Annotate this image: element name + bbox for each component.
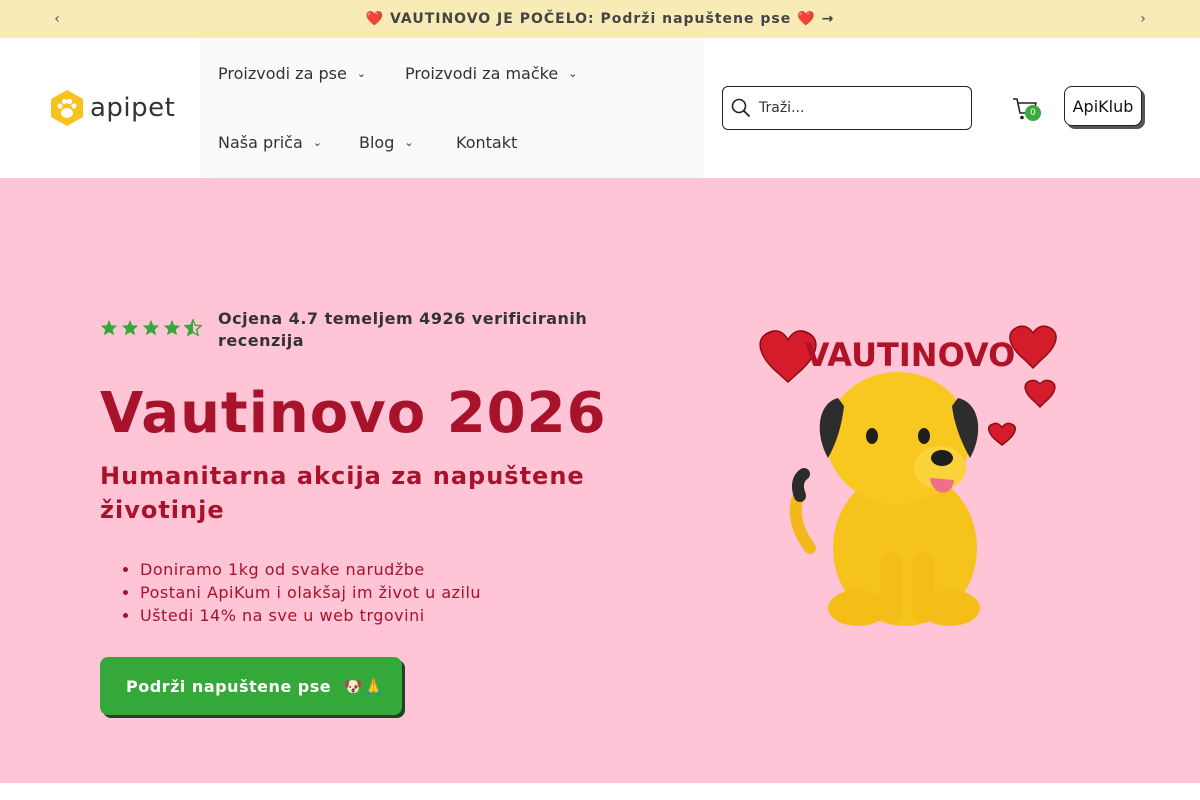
logo-text: apipet bbox=[90, 93, 176, 123]
prev-announcement-icon[interactable]: ‹ bbox=[48, 10, 66, 28]
nav-item-label: Kontakt bbox=[456, 133, 518, 152]
search-icon bbox=[731, 98, 751, 118]
heart-icon bbox=[1009, 325, 1057, 370]
cart-button[interactable]: 0 bbox=[1012, 96, 1042, 124]
search-placeholder: Traži... bbox=[759, 100, 805, 116]
apiklub-button[interactable]: ApiKlub bbox=[1064, 86, 1142, 126]
star-icon bbox=[163, 319, 181, 336]
rating-text: Ocjena 4.7 temeljem 4926 verificiranih r… bbox=[218, 309, 588, 350]
hero-title: Vautinovo 2026 bbox=[100, 381, 607, 446]
heart-icon: ❤️ bbox=[365, 11, 385, 27]
site-header: apipet Proizvodi za pse ⌄ Proizvodi za m… bbox=[0, 38, 1200, 178]
vautinovo-dog-illustration: VAUTINOVO bbox=[759, 325, 1057, 626]
nav-item-label: Proizvodi za pse bbox=[218, 64, 347, 83]
nav-item-blog[interactable]: Blog ⌄ bbox=[359, 133, 414, 152]
main-nav: Proizvodi za pse ⌄ Proizvodi za mačke ⌄ … bbox=[200, 38, 704, 178]
heart-icon bbox=[1024, 379, 1056, 409]
rating-stars bbox=[100, 319, 202, 336]
nav-item-dog-products[interactable]: Proizvodi za pse ⌄ bbox=[218, 64, 366, 83]
cta-label: Podrži napuštene pse bbox=[126, 676, 332, 696]
logo[interactable]: apipet bbox=[50, 89, 175, 127]
nav-item-our-story[interactable]: Naša priča ⌄ bbox=[218, 133, 322, 152]
heart-icon: ❤️ bbox=[797, 11, 816, 27]
search-input[interactable]: Traži... bbox=[722, 86, 972, 130]
benefits-list: Doniramo 1kg od svake narudžbe Postani A… bbox=[140, 558, 481, 627]
cart-count-badge: 0 bbox=[1025, 105, 1041, 121]
chevron-down-icon: ⌄ bbox=[568, 67, 578, 80]
heart-icon bbox=[988, 422, 1016, 446]
dog-pray-emoji-icon: 🐶🙏 bbox=[343, 676, 384, 696]
chevron-down-icon: ⌄ bbox=[312, 136, 322, 149]
nav-item-label: Blog bbox=[359, 133, 395, 152]
hero-subtitle: Humanitarna akcija za napuštene životinj… bbox=[100, 462, 585, 524]
announcement-link[interactable]: ❤️ VAUTINOVO JE POČELO: Podrži napuštene… bbox=[366, 11, 835, 27]
section-divider bbox=[0, 783, 1200, 800]
support-dogs-button[interactable]: Podrži napuštene pse 🐶🙏 bbox=[100, 657, 402, 715]
announcement-text: VAUTINOVO JE POČELO: Podrži napuštene ps… bbox=[390, 11, 792, 27]
list-item: Doniramo 1kg od svake narudžbe bbox=[140, 558, 481, 581]
rating-summary: Ocjena 4.7 temeljem 4926 verificiranih r… bbox=[100, 308, 598, 352]
illustration-title: VAUTINOVO bbox=[805, 336, 1016, 374]
puppy-icon bbox=[789, 372, 980, 626]
paw-hexagon-icon bbox=[51, 90, 83, 126]
star-half-icon bbox=[184, 319, 202, 336]
next-announcement-icon[interactable]: › bbox=[1134, 10, 1152, 28]
nav-item-label: Naša priča bbox=[218, 133, 303, 152]
list-item: Postani ApiKum i olakšaj im život u azil… bbox=[140, 581, 481, 604]
list-item: Uštedi 14% na sve u web trgovini bbox=[140, 604, 481, 627]
star-icon bbox=[121, 319, 139, 336]
chevron-down-icon: ⌄ bbox=[356, 67, 367, 80]
chevron-down-icon: ⌄ bbox=[404, 136, 414, 149]
hero-banner: Ocjena 4.7 temeljem 4926 verificiranih r… bbox=[0, 178, 1200, 783]
nav-item-label: Proizvodi za mačke bbox=[405, 64, 559, 83]
star-icon bbox=[142, 319, 160, 336]
star-icon bbox=[100, 319, 118, 336]
arrow-right-icon: → bbox=[821, 11, 835, 27]
nav-item-contact[interactable]: Kontakt bbox=[456, 133, 517, 152]
announcement-bar: ‹ ❤️ VAUTINOVO JE POČELO: Podrži napušte… bbox=[0, 0, 1200, 38]
nav-item-cat-products[interactable]: Proizvodi za mačke ⌄ bbox=[405, 64, 577, 83]
